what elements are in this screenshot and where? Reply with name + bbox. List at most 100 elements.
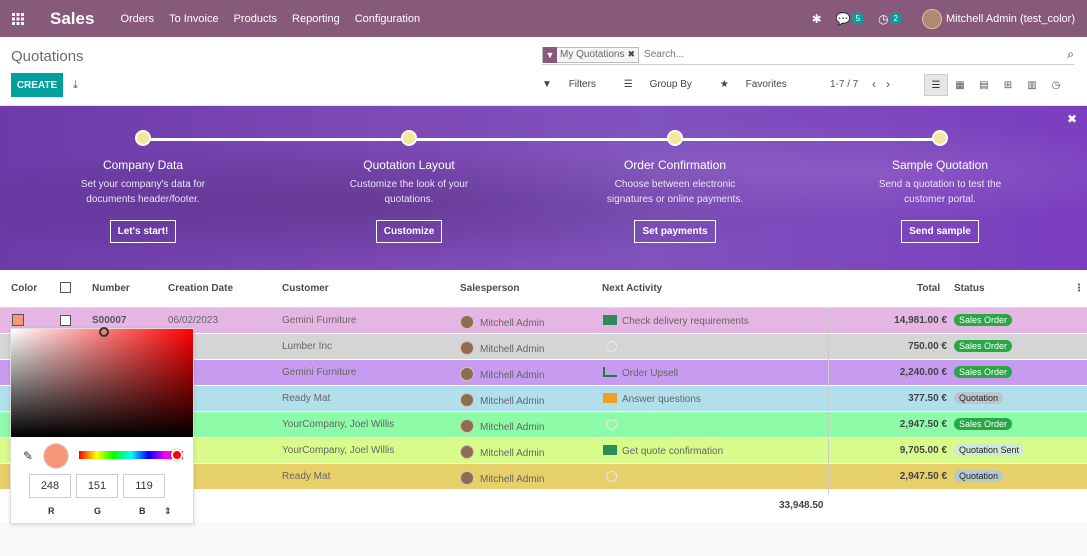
step-description: Send a quotation to test the customer por… <box>878 179 1002 205</box>
color-picker: ✎ 248 151 119 R G B ⇕ <box>10 327 194 524</box>
customer: Ready Mat <box>282 393 331 404</box>
header-salesperson[interactable]: Salesperson <box>460 283 519 294</box>
total-amount: 2,947.50 € <box>899 419 947 430</box>
customize-button[interactable]: Customize <box>375 220 443 243</box>
next-activity[interactable] <box>603 471 617 485</box>
header-color[interactable]: Color <box>11 283 37 294</box>
next-activity[interactable]: Answer questions <box>603 393 701 405</box>
filters-button[interactable]: ▼ Filters <box>542 79 610 90</box>
messages-button[interactable]: 💬 5 <box>835 11 865 26</box>
chart-icon <box>603 367 617 377</box>
send-sample-button[interactable]: Send sample <box>901 220 979 243</box>
pivot-view-icon[interactable]: ⊞ <box>996 74 1020 96</box>
status-badge: Quotation <box>954 392 1004 404</box>
user-menu[interactable]: Mitchell Admin (test_color) <box>946 13 1075 25</box>
menu-to-invoice[interactable]: To Invoice <box>169 13 219 25</box>
bug-icon[interactable]: ✱ <box>812 12 822 26</box>
status-badge: Sales Order <box>954 418 1013 430</box>
select-all-checkbox[interactable] <box>60 281 71 296</box>
header-next-activity[interactable]: Next Activity <box>602 283 662 294</box>
salesperson: Mitchell Admin <box>460 419 544 433</box>
menu-configuration[interactable]: Configuration <box>355 13 420 25</box>
step-order-confirmation: Order Confirmation Choose between electr… <box>575 130 775 243</box>
top-navbar: Sales Orders To Invoice Products Reporti… <box>0 0 1087 37</box>
saturation-handle[interactable] <box>99 327 109 337</box>
calendar-view-icon[interactable]: ▤ <box>972 74 996 96</box>
row-checkbox[interactable] <box>60 315 71 329</box>
lets-start-button[interactable]: Let's start! <box>109 220 177 243</box>
step-dot <box>667 130 683 146</box>
header-number[interactable]: Number <box>92 283 130 294</box>
next-activity[interactable]: Get quote confirmation <box>603 445 723 457</box>
optional-columns-icon[interactable]: ⋮ <box>1074 283 1084 294</box>
previous-icon[interactable]: ‹ <box>872 77 886 91</box>
header-status[interactable]: Status <box>954 283 985 294</box>
activities-button[interactable]: ◷ 2 <box>878 12 902 26</box>
favorites-button[interactable]: ★ Favorites <box>720 79 801 90</box>
color-swatch[interactable] <box>12 314 24 326</box>
list-view-icon[interactable]: ☰ <box>924 74 948 96</box>
graph-view-icon[interactable]: ▥ <box>1020 74 1044 96</box>
download-icon[interactable]: ⤓ <box>73 79 78 92</box>
avatar <box>460 471 474 485</box>
avatar <box>460 445 474 459</box>
next-activity[interactable]: Check delivery requirements <box>603 315 749 327</box>
page-title: Quotations <box>11 48 84 65</box>
onboarding-banner: ✖ Company Data Set your company's data f… <box>0 106 1087 270</box>
header-customer[interactable]: Customer <box>282 283 329 294</box>
apps-grid-icon[interactable] <box>0 0 36 37</box>
clock-icon[interactable] <box>606 341 617 352</box>
remove-facet-icon[interactable]: ✖ <box>627 49 638 60</box>
header-creation-date[interactable]: Creation Date <box>168 283 233 294</box>
messages-badge: 5 <box>851 12 865 24</box>
hue-slider[interactable] <box>79 451 183 459</box>
groupby-button[interactable]: ☰ Group By <box>624 79 706 90</box>
activity-view-icon[interactable]: ◷ <box>1044 74 1068 96</box>
progress-line <box>143 138 940 141</box>
menu-products[interactable]: Products <box>234 13 277 25</box>
next-activity[interactable] <box>603 341 617 355</box>
search-facet: ▼ My Quotations ✖ <box>542 46 640 63</box>
mode-toggle-icon[interactable]: ⇕ <box>164 506 172 517</box>
next-icon[interactable]: › <box>886 77 900 91</box>
pager-value[interactable]: 1-7 / 7 <box>830 79 858 90</box>
blue-input[interactable]: 119 <box>123 474 165 498</box>
chat-icon: 💬 <box>835 11 851 26</box>
total-amount: 9,705.00 € <box>899 445 947 456</box>
step-title: Order Confirmation <box>623 158 727 172</box>
saturation-value-area[interactable] <box>11 329 193 437</box>
search-icon[interactable]: ⌕ <box>1067 47 1074 62</box>
search-box: ▼ My Quotations ✖ ⌕ <box>542 45 1074 65</box>
next-activity[interactable] <box>603 419 617 433</box>
facet-label: My Quotations <box>560 49 625 60</box>
clock-icon[interactable] <box>606 419 617 430</box>
spreadsheet-icon <box>603 445 617 455</box>
pager-arrows: ‹› <box>872 77 900 91</box>
menu-reporting[interactable]: Reporting <box>292 13 340 25</box>
customer: YourCompany, Joel Willis <box>282 419 395 430</box>
step-title: Quotation Layout <box>363 158 455 172</box>
creation-date: 06/02/2023 <box>168 315 219 326</box>
customer: Gemini Furniture <box>282 367 357 378</box>
create-button[interactable]: CREATE <box>11 73 63 97</box>
user-avatar[interactable] <box>922 8 942 29</box>
step-description: Set your company's data for documents hea… <box>80 179 206 205</box>
search-input[interactable] <box>644 49 1025 60</box>
header-total[interactable]: Total <box>917 283 940 294</box>
menu-orders[interactable]: Orders <box>120 13 154 25</box>
clock-icon[interactable] <box>606 471 617 482</box>
kanban-view-icon[interactable]: ▦ <box>948 74 972 96</box>
step-title: Sample Quotation <box>891 158 989 172</box>
set-payments-button[interactable]: Set payments <box>634 220 716 243</box>
close-icon[interactable]: ✖ <box>1067 112 1077 126</box>
green-input[interactable]: 151 <box>76 474 118 498</box>
eyedropper-icon[interactable]: ✎ <box>23 449 33 463</box>
red-input[interactable]: 248 <box>29 474 71 498</box>
app-brand[interactable]: Sales <box>50 9 94 29</box>
customer: YourCompany, Joel Willis <box>282 445 395 456</box>
status-badge: Quotation <box>954 470 1004 482</box>
hue-handle[interactable] <box>171 449 183 461</box>
next-activity[interactable]: Order Upsell <box>603 367 678 379</box>
spreadsheet-icon <box>603 315 617 325</box>
salesperson: Mitchell Admin <box>460 367 544 381</box>
